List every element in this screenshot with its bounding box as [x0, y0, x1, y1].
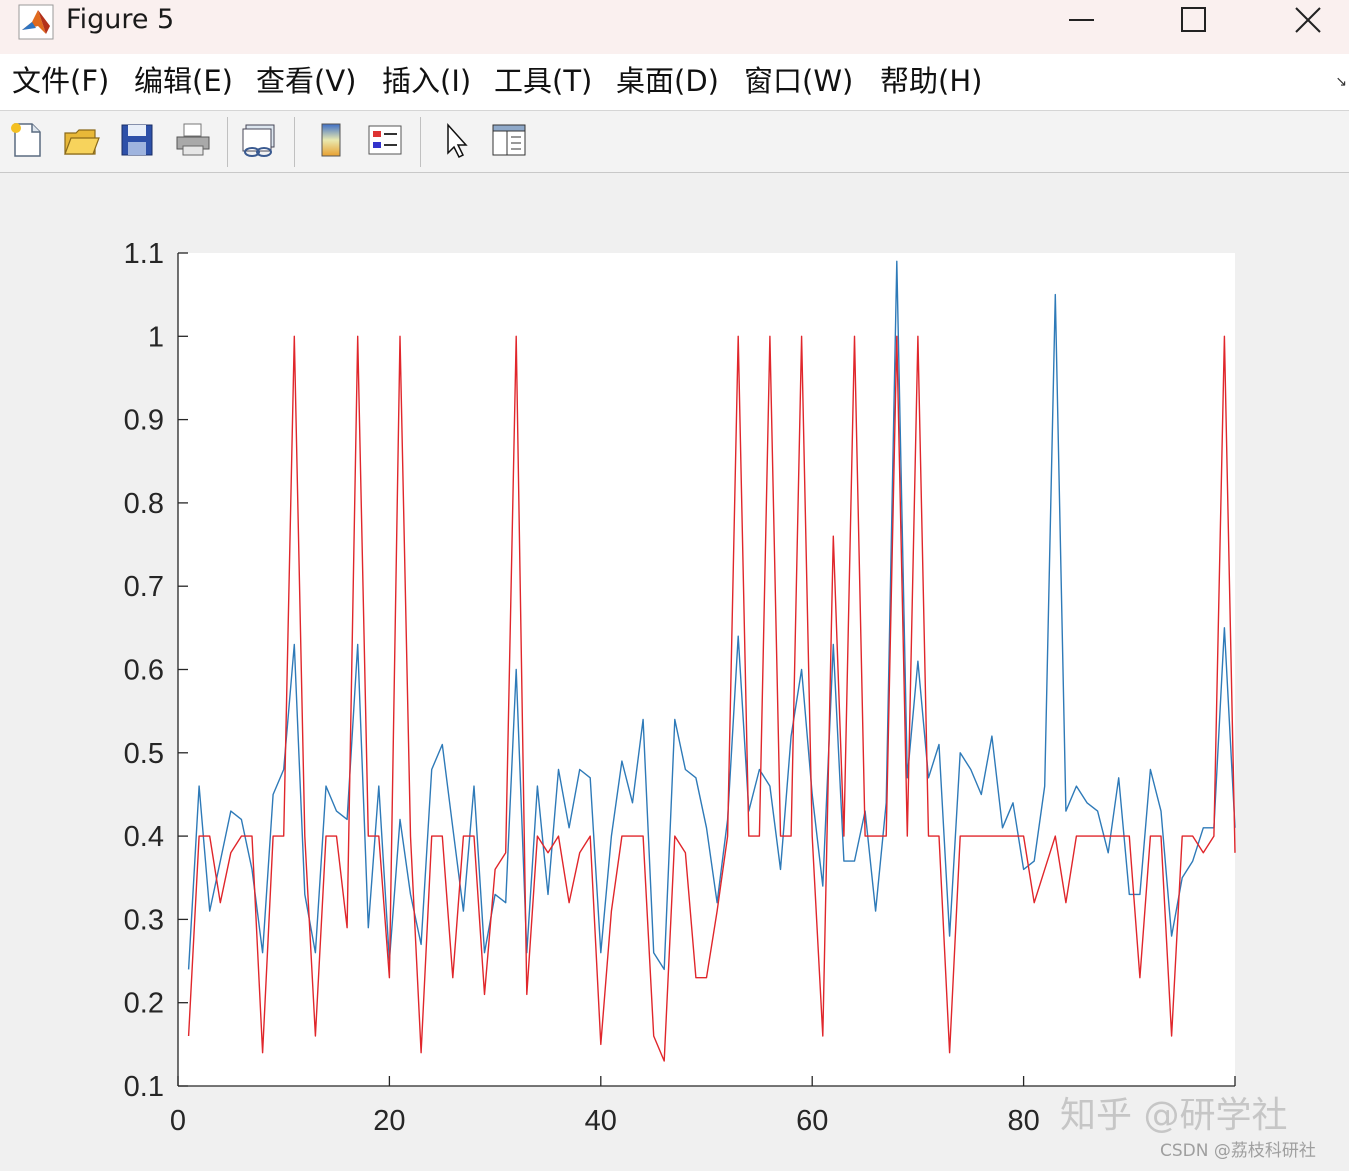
edit-plot-button[interactable] — [432, 117, 478, 163]
y-tick-label: 1.1 — [124, 238, 164, 270]
y-tick-label: 0.4 — [124, 821, 164, 853]
property-inspector-icon — [492, 124, 526, 156]
print-icon — [176, 123, 210, 156]
menu-tools[interactable]: 工具(T) — [494, 64, 592, 98]
menu-overflow-icon[interactable]: ↘ — [1335, 74, 1347, 90]
menu-view[interactable]: 查看(V) — [256, 64, 356, 98]
new-figure-button[interactable] — [4, 117, 50, 163]
matlab-logo-icon — [18, 4, 54, 40]
toolbar-separator — [294, 117, 295, 167]
y-tick-label: 0.9 — [124, 405, 164, 437]
maximize-button[interactable] — [1156, 0, 1232, 40]
open-file-button[interactable] — [58, 117, 104, 163]
y-tick-label: 1 — [148, 321, 164, 353]
x-tick-label: 20 — [373, 1105, 405, 1137]
menu-help[interactable]: 帮助(H) — [880, 64, 982, 98]
line-chart: 0.1 0.2 0.3 0.4 0.5 0.6 0.7 0.8 0.9 1 1.1 0 20 40 60 80 — [124, 238, 1236, 1137]
y-tick-label: 0.1 — [124, 1071, 164, 1103]
zhihu-watermark: 知乎 @研学社 — [1060, 1095, 1288, 1136]
menu-insert[interactable]: 插入(I) — [382, 64, 471, 98]
menu-window[interactable]: 窗口(W) — [744, 64, 853, 98]
close-button[interactable] — [1270, 0, 1346, 40]
toolbar-separator — [420, 117, 421, 167]
x-tick-label: 80 — [1007, 1105, 1039, 1137]
property-inspector-button[interactable] — [486, 117, 532, 163]
insert-legend-icon — [368, 125, 402, 155]
y-tick-label: 0.2 — [124, 988, 164, 1020]
insert-colorbar-icon — [321, 123, 341, 157]
new-figure-icon — [11, 123, 41, 157]
y-tick-label: 0.5 — [124, 738, 164, 770]
toolbar-separator — [227, 117, 228, 167]
title-bar: Figure 5 — [0, 0, 1349, 54]
link-plot-icon — [242, 124, 275, 157]
x-tick-label: 60 — [796, 1105, 828, 1137]
menu-edit[interactable]: 编辑(E) — [134, 64, 233, 98]
menu-bar: 文件(F) 编辑(E) 查看(V) 插入(I) 工具(T) 桌面(D) 窗口(W… — [0, 54, 1349, 111]
window-title: Figure 5 — [66, 4, 175, 35]
print-button[interactable] — [170, 117, 216, 163]
save-icon — [121, 124, 153, 156]
minimize-button[interactable] — [1044, 0, 1120, 40]
figure-canvas: 0.1 0.2 0.3 0.4 0.5 0.6 0.7 0.8 0.9 1 1.1 0 20 40 60 80 — [0, 173, 1349, 1167]
plot-area — [178, 253, 1235, 1086]
toolbar — [0, 111, 1349, 173]
menu-desktop[interactable]: 桌面(D) — [616, 64, 719, 98]
menu-file[interactable]: 文件(F) — [12, 64, 109, 98]
close-icon — [1295, 7, 1321, 33]
x-tick-label: 40 — [585, 1105, 617, 1137]
save-button[interactable] — [114, 117, 160, 163]
y-tick-label: 0.7 — [124, 571, 164, 603]
minimize-icon — [1069, 19, 1094, 21]
insert-legend-button[interactable] — [362, 117, 408, 163]
y-tick-label: 0.3 — [124, 904, 164, 936]
maximize-icon — [1181, 7, 1206, 32]
y-tick-label: 0.6 — [124, 655, 164, 687]
link-plot-button[interactable] — [236, 117, 282, 163]
x-tick-label: 0 — [170, 1105, 186, 1137]
open-file-icon — [64, 129, 100, 155]
csdn-watermark: CSDN @荔枝科研社 — [1160, 1141, 1316, 1161]
insert-colorbar-button[interactable] — [308, 117, 354, 163]
edit-plot-icon — [447, 123, 468, 159]
y-tick-label: 0.8 — [124, 488, 164, 520]
